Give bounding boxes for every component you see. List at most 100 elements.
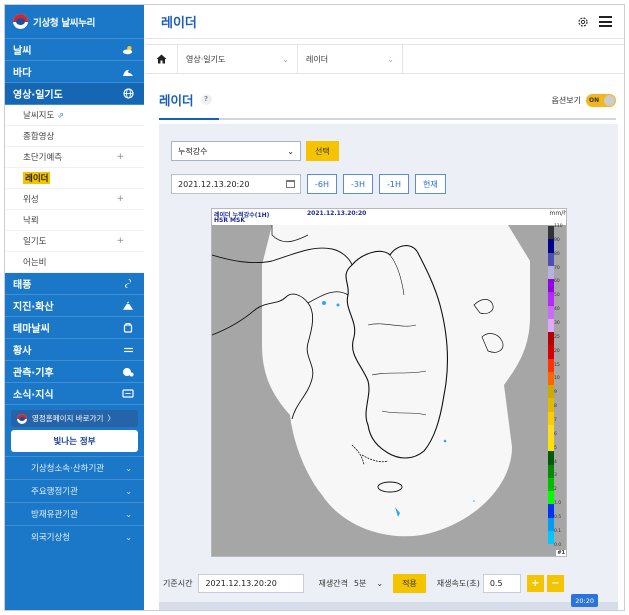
sidebar-item-theme[interactable]: 테마날씨 (5, 317, 144, 339)
radar-map-image (212, 225, 566, 556)
chevron-down-icon: ⌄ (282, 54, 289, 64)
wave-icon (122, 67, 134, 77)
submenu-satellite[interactable]: 위성 + (5, 189, 144, 210)
chevron-right-icon: 〉 (107, 414, 115, 423)
sidebar-item-observation[interactable]: 관측·기후 (5, 361, 144, 383)
option-toggle-switch[interactable]: ON (586, 93, 616, 107)
submenu-freezing-rain[interactable]: 어는비 (5, 252, 144, 273)
sidebar-item-imagery[interactable]: 영상·일기도 (5, 83, 144, 105)
radar-panel: 누적강수 ⌄ 선택 2021.12.13.20:20 -6H -3H -1H 현… (159, 124, 618, 610)
submenu-label: 초단기예측 (23, 153, 63, 163)
theme-icon (122, 323, 134, 333)
step-minus-6h-button[interactable]: -6H (307, 174, 337, 194)
submenu-weather-map[interactable]: 날씨지도 ⇗ (5, 105, 144, 126)
help-icon[interactable]: ? (200, 93, 212, 105)
expand-icon[interactable]: + (116, 236, 124, 246)
government-banner[interactable]: 빛나는 정부 (11, 430, 138, 452)
home-icon[interactable] (145, 54, 177, 64)
top-bar: 레이더 (145, 5, 624, 39)
datetime-input[interactable]: 2021.12.13.20:20 (171, 174, 301, 194)
link-affiliated[interactable]: 기상청소속·산하기관 ⌄ (5, 456, 144, 479)
sidebar-item-news[interactable]: 소식·지식 (5, 383, 144, 405)
submenu-label: 위성 (23, 195, 39, 205)
chevron-down-icon: ⌄ (287, 146, 294, 156)
sidebar-item-sea[interactable]: 바다 (5, 61, 144, 83)
legend-value: 1.0 (554, 501, 562, 507)
step-now-button[interactable]: 현재 (415, 174, 446, 194)
sidebar-item-label: 날씨 (13, 46, 32, 57)
sidebar-item-yellow-dust[interactable]: 황사 (5, 339, 144, 361)
section-title-text: 레이더 (159, 92, 194, 108)
legend-value: 50 (554, 293, 560, 299)
breadcrumb-select-category[interactable]: 영상·일기도 ⌄ (177, 44, 297, 74)
breadcrumb-label: 영상·일기도 (186, 54, 226, 64)
link-admin[interactable]: 주요행정기관 ⌄ (5, 479, 144, 502)
breadcrumb-label: 레이더 (306, 54, 329, 64)
step-minus-3h-button[interactable]: -3H (343, 174, 373, 194)
legend-value: 9 (554, 390, 557, 396)
select-button[interactable]: 선택 (306, 141, 339, 161)
logo-text: 기상청 날씨누리 (33, 17, 96, 29)
time-controls: 2021.12.13.20:20 -6H -3H -1H 현재 (171, 174, 446, 194)
sun-cloud-icon (122, 45, 134, 55)
news-icon (122, 389, 134, 399)
legend-value: 10 (554, 376, 560, 382)
typhoon-icon (122, 279, 134, 289)
sidebar-item-typhoon[interactable]: 태풍 (5, 273, 144, 295)
breadcrumb-select-page[interactable]: 레이더 ⌄ (297, 44, 403, 74)
sidebar-item-label: 테마날씨 (13, 324, 50, 335)
interval-label: 재생간격 (318, 578, 348, 588)
playback-timeline[interactable]: 20:20 (159, 594, 618, 610)
expand-icon[interactable]: + (116, 152, 124, 162)
map-subtitle: HSR MSK (214, 217, 245, 224)
submenu-label: 어는비 (23, 258, 47, 268)
menu-icon[interactable] (599, 16, 612, 27)
radar-map[interactable]: 레이더 누적강수(1H) 2021.12.13.20:20 HSR MSK mm… (211, 208, 567, 557)
legend-value: 5 (554, 445, 557, 451)
chevron-down-icon: ⌄ (387, 54, 394, 64)
sidebar-item-label: 바다 (13, 68, 32, 79)
apply-button[interactable]: 적용 (393, 573, 426, 593)
speed-plus-button[interactable]: + (526, 574, 544, 592)
legend-value: 7 (554, 418, 557, 424)
calendar-icon[interactable] (286, 180, 295, 188)
legend-value: 2 (554, 487, 557, 493)
external-link-icon: ⇗ (57, 111, 64, 120)
sidebar-item-earthquake[interactable]: 지진·화산 (5, 295, 144, 317)
product-select[interactable]: 누적강수 ⌄ (171, 141, 301, 161)
submenu-weather-chart[interactable]: 일기도 + (5, 231, 144, 252)
legend-value: 3 (554, 473, 557, 479)
product-controls: 누적강수 ⌄ 선택 (171, 141, 339, 161)
legend-value: 0.0 (554, 542, 562, 548)
legend-value: 0.5 (554, 515, 562, 521)
link-foreign[interactable]: 외국기상청 ⌄ (5, 525, 144, 548)
promo-link[interactable]: 영정홈페이지 바로가기 〉 (11, 410, 138, 427)
interval-select[interactable]: 5분 ⌄ (348, 574, 389, 593)
submenu-radar[interactable]: 레이더 (5, 168, 144, 189)
submenu-composite[interactable]: 종합영상 (5, 126, 144, 147)
logo[interactable]: 기상청 날씨누리 (5, 5, 144, 39)
speed-input[interactable]: 0.5 (482, 573, 521, 593)
submenu-nowcast[interactable]: 초단기예측 + (5, 147, 144, 168)
base-time-input[interactable]: 2021.12.13.20:20 (198, 573, 305, 593)
legend-value: 6 (554, 431, 557, 437)
speed-minus-button[interactable]: − (546, 574, 564, 592)
chevron-down-icon: ⌄ (376, 578, 384, 588)
product-select-value: 누적강수 (178, 146, 208, 156)
legend-value: 0.1 (554, 528, 562, 534)
sidebar-item-weather[interactable]: 날씨 (5, 39, 144, 61)
link-label: 기상청소속·산하기관 (31, 464, 105, 474)
legend-value: 60 (554, 279, 560, 285)
playback-controls: 기준시간 2021.12.13.20:20 재생간격 5분 ⌄ 적용 재생속도(… (159, 570, 618, 596)
legend-tag: #1 (556, 550, 566, 556)
app-window: 기상청 날씨누리 날씨 바다 영상·일기도 날씨지도 ⇗ 종합영상 초단기예측 … (4, 4, 625, 611)
link-disaster[interactable]: 방재유관기관 ⌄ (5, 502, 144, 525)
submenu-lightning[interactable]: 낙뢰 (5, 210, 144, 231)
dust-icon (122, 345, 134, 355)
map-unit: mm/h (549, 210, 567, 217)
expand-icon[interactable]: + (116, 194, 124, 204)
step-minus-1h-button[interactable]: -1H (379, 174, 409, 194)
gear-icon[interactable] (577, 16, 589, 28)
legend-value: 15 (554, 362, 560, 368)
datetime-value: 2021.12.13.20:20 (178, 179, 250, 189)
